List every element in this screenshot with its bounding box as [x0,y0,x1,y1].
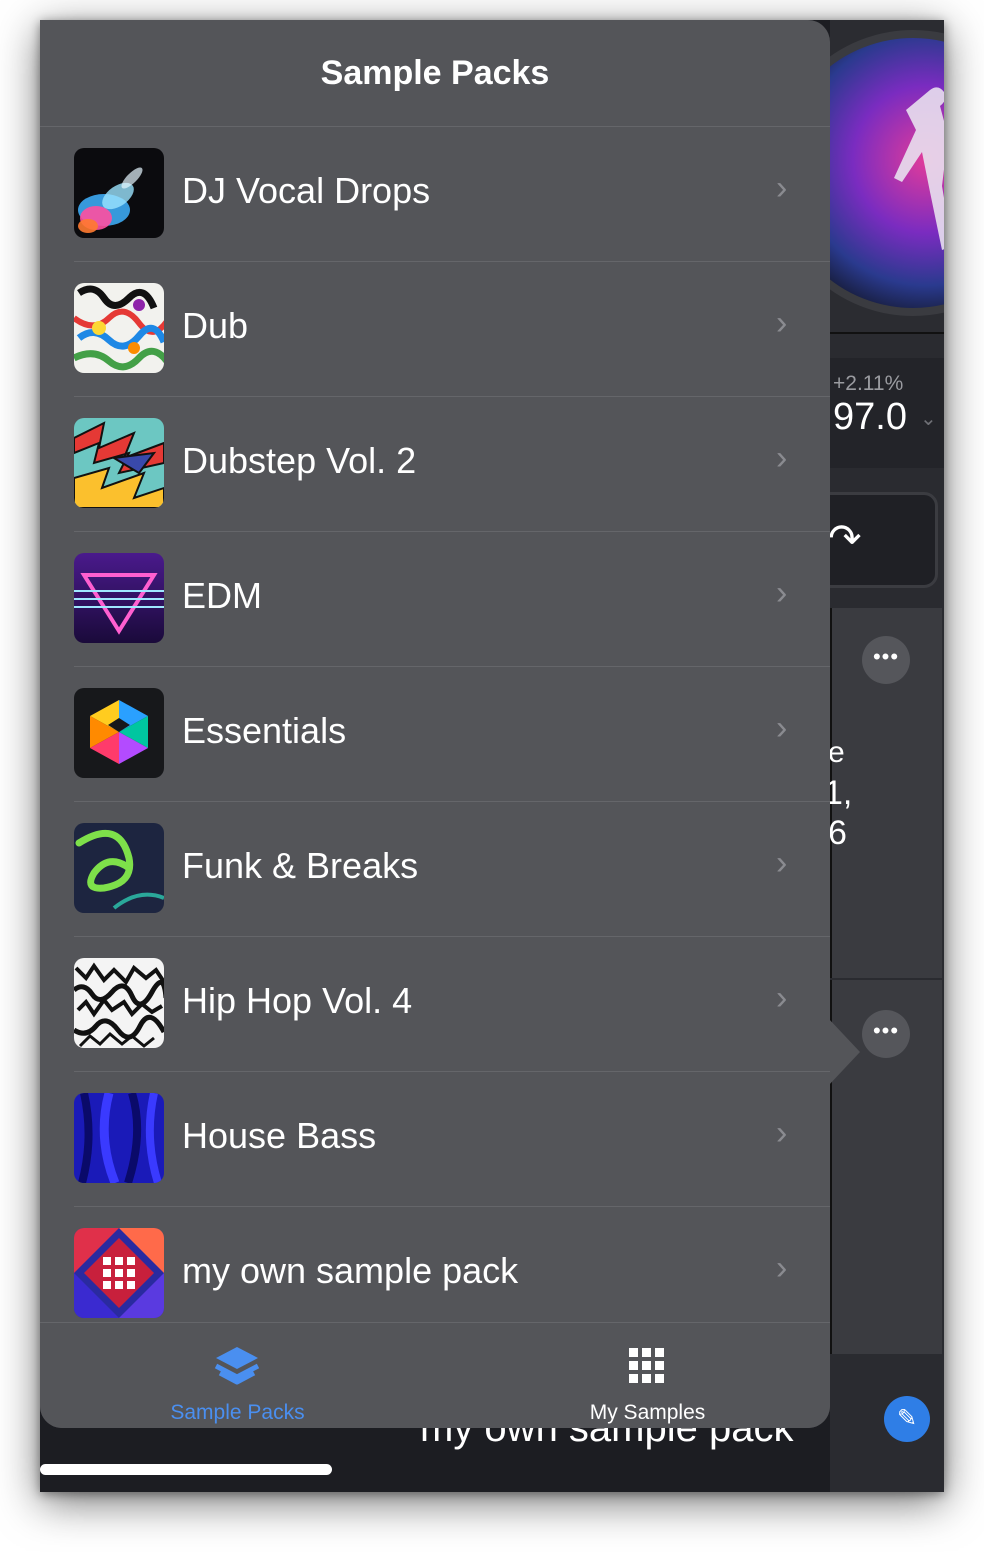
list-item[interactable]: EDM › [40,532,830,667]
more-options-button[interactable]: ••• [862,636,910,684]
list-item[interactable]: Dubstep Vol. 2 › [40,397,830,532]
geometric-cube-icon [74,688,164,778]
chevron-right-icon: › [776,979,788,1017]
redo-arrow-icon: ↷ [828,517,862,561]
list-item[interactable]: Essentials › [40,667,830,802]
chevron-right-icon: › [776,574,788,612]
zigzag-pattern-icon [74,418,164,508]
sample-pack-list: DJ Vocal Drops › Dub › Dubstep Vol. 2 › … [40,127,830,1342]
tab-my-samples[interactable]: My Samples [450,1323,830,1428]
pack-name: Dubstep Vol. 2 [182,440,417,481]
home-indicator [40,1464,332,1475]
background-text-fragment: 6 [828,814,847,852]
popover-title: Sample Packs [40,20,830,127]
pack-name: my own sample pack [182,1250,519,1291]
neon-triangle-icon [74,553,164,643]
dancer-artwork-icon [894,87,944,250]
swirl-icon [74,823,164,913]
pack-name: Funk & Breaks [182,845,419,886]
chevron-right-icon: › [776,304,788,342]
app-frame: +2.11% 97.0 ⌄ ↷ ••• ••• e 1, 6 my own sa… [40,20,944,1492]
list-item[interactable]: Funk & Breaks › [40,802,830,937]
pack-name: House Bass [182,1115,377,1156]
graffiti-pattern-icon [74,958,164,1048]
tab-label: My Samples [589,1401,706,1424]
blue-fabric-icon [74,1093,164,1183]
chevron-right-icon: › [776,439,788,477]
tab-sample-packs[interactable]: Sample Packs [40,1323,435,1428]
psychedelic-pattern-icon [74,283,164,373]
list-item[interactable]: Dub › [40,262,830,397]
chevron-right-icon: › [776,1114,788,1152]
list-item[interactable]: DJ Vocal Drops › [40,127,830,262]
background-divider [830,332,944,334]
sample-packs-popover: Sample Packs DJ Vocal Drops › Dub › Dubs… [40,20,830,1428]
tab-label: Sample Packs [170,1401,305,1424]
layers-icon [214,1347,260,1385]
tab-bar: Sample Packs My Samples [40,1322,830,1428]
list-item[interactable]: House Bass › [40,1072,830,1207]
chevron-right-icon: › [776,169,788,207]
pack-name: EDM [182,575,262,616]
grid-icon [629,1348,664,1383]
more-options-button[interactable]: ••• [862,1010,910,1058]
chevron-right-icon: › [776,709,788,747]
grid-pack-icon [74,1228,164,1318]
chevron-right-icon: › [776,1249,788,1287]
pack-name: Hip Hop Vol. 4 [182,980,413,1021]
pack-name: Dub [182,305,249,346]
pitch-percent: +2.11% [833,372,904,395]
pack-name: Essentials [182,710,347,751]
paint-splash-icon [74,148,164,238]
chevron-down-icon[interactable]: ⌄ [920,406,937,431]
chevron-right-icon: › [776,844,788,882]
list-item[interactable]: Hip Hop Vol. 4 › [40,937,830,1072]
pack-name: DJ Vocal Drops [182,170,431,211]
background-text-fragment: e [828,736,845,769]
edit-pencil-button[interactable]: ✎ [884,1396,930,1442]
popover-arrow [828,1018,860,1086]
bpm-value[interactable]: 97.0 [833,396,907,439]
